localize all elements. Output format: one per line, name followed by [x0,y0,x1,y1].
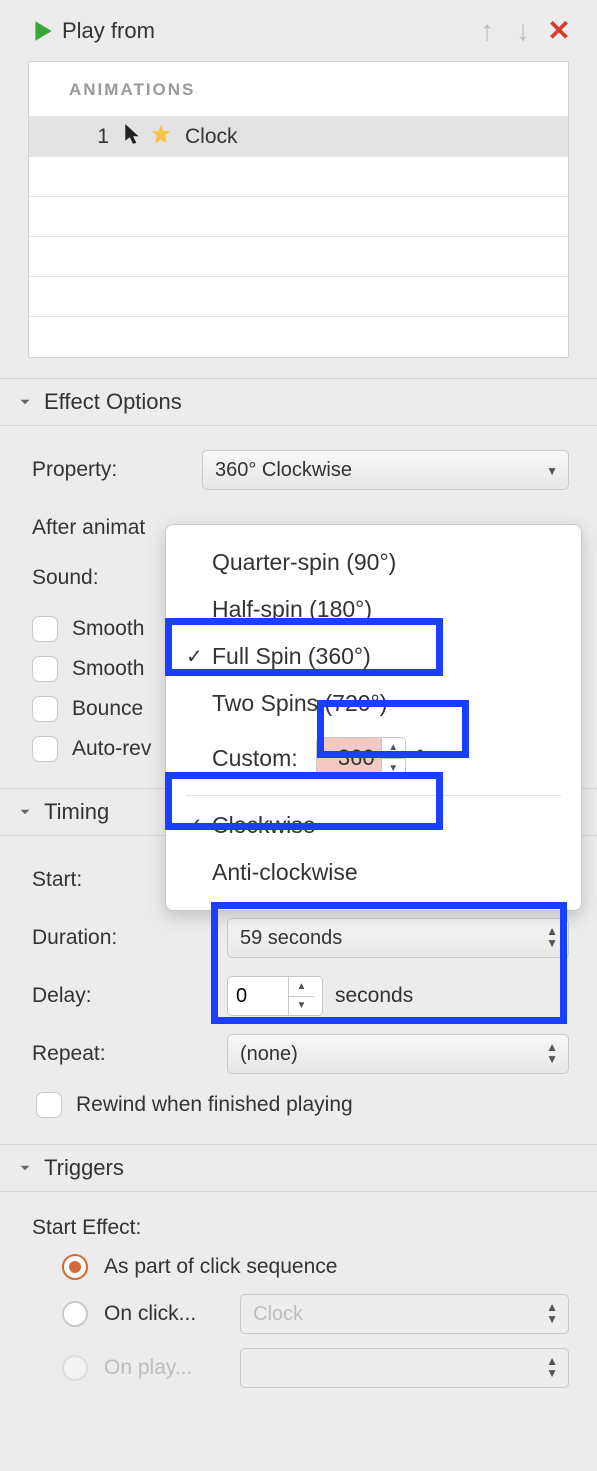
repeat-value: (none) [240,1043,298,1066]
menu-item-anticlockwise[interactable]: Anti-clockwise [166,849,581,896]
trigger-onclick-label: On click... [104,1302,234,1326]
menu-item-quarter-spin[interactable]: Quarter-spin (90°) [166,539,581,586]
stepper-icon: ▲▼ [546,925,558,949]
auto-reverse-checkbox[interactable] [32,736,58,762]
menu-item-half-spin[interactable]: Half-spin (180°) [166,586,581,633]
auto-reverse-label: Auto-rev [72,737,151,761]
stepper-icon[interactable]: ▲▼ [381,738,405,778]
duration-select[interactable]: 59 seconds ▲▼ [227,918,569,958]
delay-label: Delay: [32,984,227,1008]
move-down-button: ↓ [505,15,541,47]
menu-item-clockwise[interactable]: ✓Clockwise [166,802,581,849]
check-icon: ✓ [186,644,212,669]
timing-title: Timing [44,799,109,825]
empty-row [29,197,568,237]
chevron-down-icon [16,803,34,821]
animations-list[interactable]: ANIMATIONS 1 Clock [28,61,569,358]
chevron-down-icon [16,393,34,411]
trigger-onclick-value: Clock [253,1303,303,1326]
trigger-sequence-label: As part of click sequence [104,1255,337,1279]
delay-spinbox[interactable]: ▲▼ [227,976,323,1016]
start-effect-label: Start Effect: [32,1216,569,1240]
rewind-checkbox[interactable] [36,1092,62,1118]
delay-unit: seconds [335,984,413,1008]
stepper-icon: ▲▼ [546,1355,558,1379]
remove-button[interactable]: ✕ [541,14,577,47]
animation-row[interactable]: 1 Clock [29,117,568,157]
stepper-icon: ▲▼ [546,1301,558,1325]
dropdown-caret-icon: ▼ [546,465,558,477]
trigger-onplay-label: On play... [104,1356,234,1380]
effect-options-header[interactable]: Effect Options [0,378,597,426]
property-label: Property: [32,458,202,482]
triggers-header[interactable]: Triggers [0,1144,597,1192]
stepper-icon: ▲▼ [546,1041,558,1065]
custom-degrees-value[interactable]: 360 [317,738,381,778]
animation-index: 1 [79,125,109,149]
duration-value: 59 seconds [240,927,342,950]
property-select[interactable]: 360° Clockwise ▼ [202,450,569,490]
repeat-select[interactable]: (none) ▲▼ [227,1034,569,1074]
menu-item-full-spin[interactable]: ✓Full Spin (360°) [166,633,581,680]
delay-input[interactable] [228,977,288,1015]
smooth-start-label: Smooth [72,617,144,641]
empty-row [29,277,568,317]
menu-item-two-spins[interactable]: Two Spins (720°) [166,680,581,727]
smooth-end-label: Smooth [72,657,144,681]
play-icon[interactable] [30,18,56,44]
custom-label: Custom: [212,745,298,772]
cursor-icon [119,123,147,151]
menu-item-custom[interactable]: Custom: 360 ▲▼ ° [166,727,581,789]
empty-row [29,237,568,277]
duration-label: Duration: [32,926,227,950]
bounce-checkbox[interactable] [32,696,58,722]
trigger-sequence-radio[interactable] [62,1254,88,1280]
rewind-label: Rewind when finished playing [76,1093,353,1117]
trigger-onclick-select: Clock ▲▼ [240,1294,569,1334]
empty-row [29,317,568,357]
trigger-onplay-radio [62,1355,88,1381]
smooth-end-checkbox[interactable] [32,656,58,682]
property-dropdown-menu[interactable]: Quarter-spin (90°) Half-spin (180°) ✓Ful… [165,524,582,911]
degree-symbol: ° [416,745,425,772]
repeat-label: Repeat: [32,1042,227,1066]
animation-name: Clock [185,125,238,149]
custom-degrees-spinbox[interactable]: 360 ▲▼ [316,737,406,779]
animations-header: ANIMATIONS [29,62,568,117]
empty-row [29,157,568,197]
triggers-title: Triggers [44,1155,124,1181]
property-value: 360° Clockwise [215,459,352,482]
bounce-label: Bounce [72,697,143,721]
smooth-start-checkbox[interactable] [32,616,58,642]
chevron-down-icon [16,1159,34,1177]
effect-options-title: Effect Options [44,389,182,415]
trigger-onclick-radio[interactable] [62,1301,88,1327]
trigger-onplay-select: ▲▼ [240,1348,569,1388]
check-icon: ✓ [186,813,212,838]
move-up-button: ↑ [469,15,505,47]
stepper-icon[interactable]: ▲▼ [288,977,314,1015]
play-from-label: Play from [62,18,155,44]
emphasis-icon [147,123,175,151]
